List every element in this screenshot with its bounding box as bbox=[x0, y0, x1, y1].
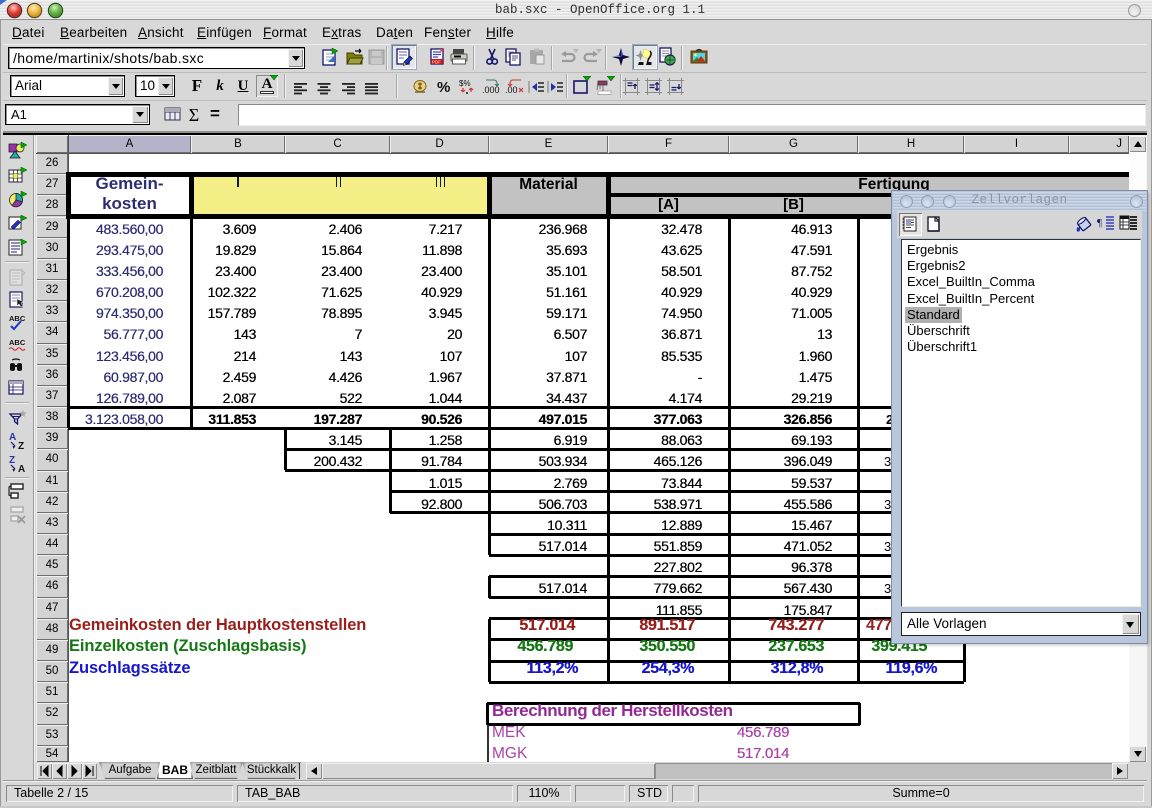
svg-text:ABC: ABC bbox=[9, 338, 26, 347]
svg-text:PDF: PDF bbox=[432, 59, 441, 64]
svg-text:ABC: ABC bbox=[9, 314, 26, 323]
svg-text:$%: $% bbox=[459, 79, 471, 88]
svg-text:.00: .00 bbox=[505, 85, 518, 95]
svg-text:A: A bbox=[9, 432, 16, 443]
svg-text:A: A bbox=[18, 464, 25, 474]
svg-text:.000: .000 bbox=[482, 85, 500, 95]
svg-text:Z: Z bbox=[9, 455, 15, 466]
svg-text:%: % bbox=[437, 79, 450, 96]
svg-text:Z: Z bbox=[18, 441, 24, 451]
svg-text:¶: ¶ bbox=[1097, 217, 1102, 229]
